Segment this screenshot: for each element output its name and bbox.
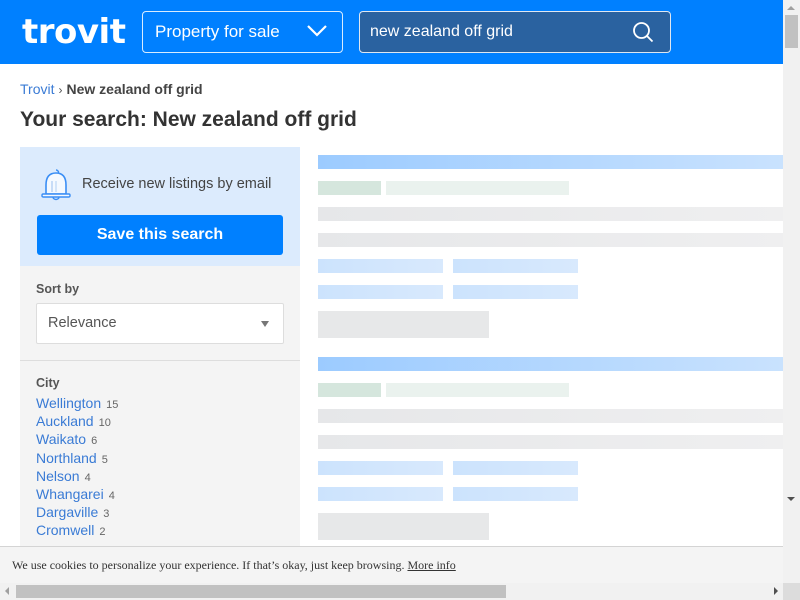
city-link[interactable]: Cromwell <box>36 522 94 538</box>
horizontal-scrollbar[interactable] <box>0 583 783 600</box>
page-title: Your search: New zealand off grid <box>20 108 357 131</box>
city-count: 3 <box>103 508 110 521</box>
vertical-scrollbar[interactable] <box>783 0 800 583</box>
skeleton-tag <box>318 181 381 195</box>
scroll-right-arrow-icon[interactable] <box>774 587 778 595</box>
skeleton-detail <box>318 259 443 273</box>
cookie-text: We use cookies to personalize your exper… <box>12 558 405 572</box>
skeleton-title <box>318 155 783 169</box>
city-item: Cromwell 2 <box>36 522 118 540</box>
city-item: Waikato 6 <box>36 431 118 449</box>
scrollbar-corner <box>783 583 800 600</box>
city-filter-label: City <box>36 376 60 390</box>
city-item: Nelson 4 <box>36 468 118 486</box>
sort-value: Relevance <box>48 315 117 331</box>
sort-label: Sort by <box>36 282 80 296</box>
skeleton-detail <box>453 259 578 273</box>
cookie-more-info-link[interactable]: More info <box>407 558 455 572</box>
city-count: 6 <box>91 435 98 448</box>
skeleton-tag <box>318 383 381 397</box>
city-item: Whangarei 4 <box>36 486 118 504</box>
sidebar-divider <box>20 360 300 361</box>
skeleton-detail <box>318 285 443 299</box>
city-link[interactable]: Wellington <box>36 395 101 411</box>
city-item: Wellington 15 <box>36 395 118 413</box>
city-item: Dargaville 3 <box>36 504 118 522</box>
city-count: 2 <box>99 526 106 539</box>
search-input[interactable] <box>370 12 620 52</box>
city-link[interactable]: Waikato <box>36 431 86 447</box>
scroll-down-arrow-icon[interactable] <box>787 497 795 501</box>
scroll-left-arrow-icon[interactable] <box>5 587 9 595</box>
filters-sidebar: Receive new listings by email Save this … <box>20 147 300 583</box>
search-box <box>359 11 671 53</box>
city-link[interactable]: Dargaville <box>36 504 98 520</box>
city-count: 5 <box>101 453 108 466</box>
skeleton-line <box>318 207 783 221</box>
trovit-logo[interactable]: trovit <box>22 10 126 54</box>
page-viewport: trovit Property for sale Trovit ›New zeal… <box>0 0 783 583</box>
city-count: 4 <box>108 489 115 502</box>
email-alert-box: Receive new listings by email Save this … <box>20 147 300 266</box>
skeleton-line <box>318 409 783 423</box>
sort-select[interactable]: Relevance <box>36 303 284 344</box>
cookie-banner: We use cookies to personalize your exper… <box>0 546 783 583</box>
breadcrumb: Trovit › New zealand off grid <box>20 81 203 98</box>
skeleton-button <box>318 513 489 540</box>
city-link[interactable]: Auckland <box>36 413 94 429</box>
skeleton-detail <box>318 461 443 475</box>
horizontal-scroll-thumb[interactable] <box>16 585 506 598</box>
skeleton-detail <box>453 487 578 501</box>
scroll-up-arrow-icon[interactable] <box>787 6 795 10</box>
caret-down-icon <box>261 321 269 327</box>
city-item: Northland 5 <box>36 450 118 468</box>
skeleton-line <box>318 233 783 247</box>
skeleton-line <box>318 435 783 449</box>
property-type-select[interactable]: Property for sale <box>142 11 343 53</box>
breadcrumb-separator-icon: › <box>58 83 63 97</box>
skeleton-subtitle <box>386 383 569 397</box>
skeleton-detail <box>453 285 578 299</box>
city-link[interactable]: Northland <box>36 450 97 466</box>
top-header: trovit Property for sale <box>0 0 783 64</box>
city-count: 4 <box>84 471 91 484</box>
city-link[interactable]: Whangarei <box>36 486 104 502</box>
city-link[interactable]: Nelson <box>36 468 80 484</box>
skeleton-subtitle <box>386 181 569 195</box>
skeleton-detail <box>453 461 578 475</box>
city-filter-list: Wellington 15 Auckland 10 Waikato 6 Northla… <box>36 395 118 541</box>
city-item: Auckland 10 <box>36 413 118 431</box>
save-search-button[interactable]: Save this search <box>37 215 283 255</box>
vertical-scroll-thumb[interactable] <box>785 15 798 48</box>
bell-icon <box>41 169 71 201</box>
city-count: 15 <box>106 399 119 411</box>
property-type-value: Property for sale <box>155 22 280 41</box>
search-icon[interactable] <box>632 21 654 43</box>
breadcrumb-current: New zealand off grid <box>66 81 203 97</box>
breadcrumb-home-link[interactable]: Trovit <box>20 81 54 97</box>
chevron-down-icon <box>307 25 327 37</box>
skeleton-title <box>318 357 783 371</box>
skeleton-detail <box>318 487 443 501</box>
city-count: 10 <box>98 417 111 430</box>
skeleton-button <box>318 311 489 338</box>
alert-text: Receive new listings by email <box>82 176 272 192</box>
